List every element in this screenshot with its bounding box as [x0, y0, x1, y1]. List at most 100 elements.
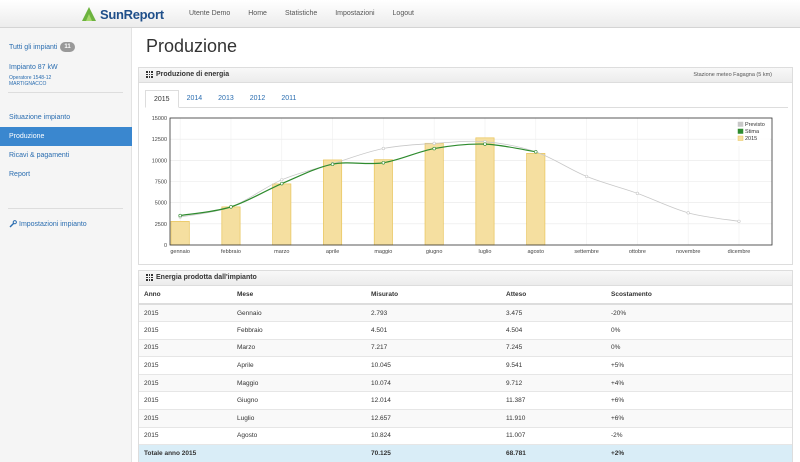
- logo[interactable]: SunReport: [80, 4, 164, 24]
- cell-scostamento: +4%: [606, 373, 792, 392]
- cell-scostamento: -2%: [606, 426, 792, 445]
- cell-misurato: 7.217: [366, 338, 501, 357]
- cell-total-atteso: 68.781: [501, 444, 606, 462]
- cell-misurato: 4.501: [366, 321, 501, 340]
- cell-misurato: 10.045: [366, 356, 501, 375]
- table-total-row: Totale anno 2015 70.125 68.781 +2%: [139, 444, 792, 462]
- sidebar-item-report[interactable]: Report: [0, 165, 132, 184]
- col-mese: Mese: [232, 286, 366, 305]
- cell-scostamento: +6%: [606, 409, 792, 428]
- cell-anno: 2015: [139, 321, 232, 340]
- y-tick-label: 10000: [152, 158, 167, 164]
- cell-anno: 2015: [139, 356, 232, 375]
- y-tick-label: 15000: [152, 116, 167, 122]
- y-tick-label: 12500: [152, 137, 167, 143]
- legend-swatch: [737, 121, 744, 127]
- stima-point: [483, 142, 487, 146]
- cell-mese: Maggio: [232, 373, 366, 392]
- nav-home[interactable]: Home: [239, 0, 276, 28]
- plant-name: Impianto 87 kW: [9, 64, 58, 71]
- cell-anno: 2015: [139, 373, 232, 392]
- cell-scostamento: +5%: [606, 356, 792, 375]
- sidebar-item-impostazioni[interactable]: Impostazioni impianto: [9, 220, 87, 228]
- sidebar-item-ricavi[interactable]: Ricavi & pagamenti: [0, 146, 132, 165]
- nav-settings[interactable]: Impostazioni: [326, 0, 383, 28]
- bar-2015: [323, 159, 343, 246]
- cell-total-scostamento: +2%: [606, 444, 792, 462]
- cell-anno: 2015: [139, 409, 232, 428]
- y-tick-label: 0: [164, 243, 167, 249]
- tab-2015[interactable]: 2015: [145, 90, 179, 108]
- cell-total-label: Totale anno 2015: [139, 444, 232, 462]
- legend-swatch: [737, 128, 744, 134]
- cell-atteso: 9.712: [501, 373, 606, 392]
- x-tick-label: ottobre: [629, 249, 646, 255]
- nav-statistics[interactable]: Statistiche: [276, 0, 326, 28]
- cell-total-misurato: 70.125: [366, 444, 501, 462]
- stima-point: [229, 205, 233, 209]
- plant-location: MARTIGNACCO: [9, 81, 47, 87]
- nav-user[interactable]: Utente Demo: [180, 0, 239, 28]
- sidebar-item-produzione[interactable]: Produzione: [0, 127, 132, 146]
- table-row: 2015 Febbraio 4.501 4.504 0%: [139, 321, 792, 340]
- logo-text: SunReport: [100, 6, 164, 22]
- cell-mese: Aprile: [232, 356, 366, 375]
- tab-2012[interactable]: 2012: [242, 90, 274, 108]
- chart-panel-title-text: Produzione di energia: [156, 71, 230, 78]
- col-anno: Anno: [139, 286, 232, 305]
- plant-info[interactable]: Impianto 87 kW Operatore 1548-12 MARTIGN…: [9, 64, 58, 87]
- energy-table: Anno Mese Misurato Atteso Scostamento 20…: [139, 286, 792, 462]
- cell-mese: Luglio: [232, 409, 366, 428]
- sidebar-item-situazione[interactable]: Situazione impianto: [0, 108, 132, 127]
- all-plants-link[interactable]: Tutti gli impianti 11: [9, 42, 75, 52]
- plants-count-badge: 11: [60, 42, 75, 52]
- x-tick-label: novembre: [676, 249, 700, 255]
- cell-atteso: 11.910: [501, 409, 606, 428]
- settings-label: Impostazioni impianto: [19, 220, 87, 228]
- sidebar-divider: [8, 92, 123, 93]
- sidebar-divider: [8, 208, 123, 209]
- table-header-row: Anno Mese Misurato Atteso Scostamento: [139, 286, 792, 305]
- cell-scostamento: -20%: [606, 303, 792, 322]
- legend-label: 2015: [745, 136, 757, 142]
- table-row: 2015 Gennaio 2.793 3.475 -20%: [139, 303, 792, 322]
- bar-2015: [221, 206, 241, 246]
- cell-misurato: 12.657: [366, 409, 501, 428]
- page-title: Produzione: [146, 36, 238, 56]
- cell-atteso: 9.541: [501, 356, 606, 375]
- wrench-icon: [9, 220, 17, 228]
- stima-point: [432, 146, 436, 151]
- table-panel-title-text: Energia prodotta dall'impianto: [156, 274, 257, 281]
- bar-2015: [475, 137, 495, 246]
- tab-2013[interactable]: 2013: [210, 90, 242, 108]
- previsto-point: [280, 178, 284, 182]
- previsto-point: [635, 191, 639, 195]
- cell-mese: Giugno: [232, 391, 366, 410]
- cell-scostamento: +6%: [606, 391, 792, 410]
- x-tick-label: luglio: [479, 249, 492, 255]
- x-tick-label: agosto: [528, 249, 545, 255]
- table-row: 2015 Giugno 12.014 11.387 +6%: [139, 391, 792, 410]
- legend-swatch: [737, 135, 744, 141]
- bar-2015: [424, 142, 444, 246]
- y-tick-label: 7500: [155, 180, 167, 186]
- x-tick-label: giugno: [426, 249, 443, 255]
- previsto-point: [686, 211, 690, 215]
- x-tick-label: dicembre: [728, 249, 751, 255]
- cell-atteso: 11.387: [501, 391, 606, 410]
- chart-panel-title: Produzione di energia: [146, 71, 229, 78]
- cell-mese: Marzo: [232, 338, 366, 357]
- nav-logout[interactable]: Logout: [384, 0, 423, 28]
- x-tick-label: aprile: [326, 249, 339, 255]
- cell-atteso: 4.504: [501, 321, 606, 340]
- col-misurato: Misurato: [366, 286, 501, 305]
- all-plants-label: Tutti gli impianti: [9, 43, 58, 51]
- production-chart: 0 2500 5000 7500 10000 12500 15000 gennaio febbr…: [152, 116, 773, 255]
- tab-2014[interactable]: 2014: [179, 90, 211, 108]
- previsto-point: [584, 174, 589, 179]
- stima-point: [534, 150, 538, 154]
- nav-links: Utente Demo Home Statistiche Impostazion…: [180, 0, 423, 28]
- table-panel-header: Energia prodotta dall'impianto: [139, 271, 792, 286]
- col-atteso: Atteso: [501, 286, 606, 305]
- tab-2011[interactable]: 2011: [273, 90, 304, 108]
